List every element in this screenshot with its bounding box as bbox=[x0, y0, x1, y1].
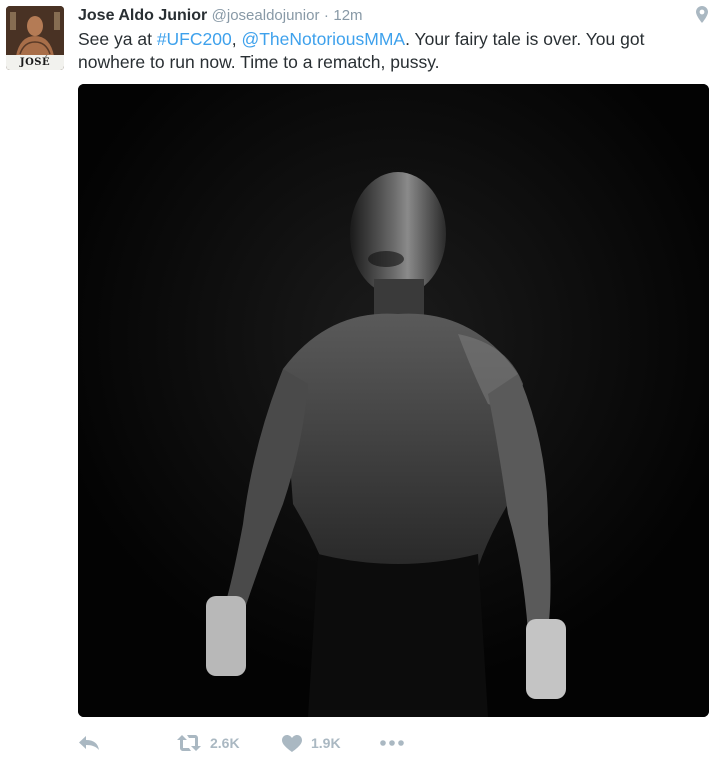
mention-link[interactable]: @TheNotoriousMMA bbox=[241, 29, 405, 49]
retweet-icon bbox=[177, 735, 201, 751]
like-button[interactable]: 1.9K bbox=[282, 728, 341, 758]
tweet-photo[interactable] bbox=[78, 84, 709, 717]
tweet-actions: 2.6K 1.9K bbox=[78, 728, 478, 758]
author-handle[interactable]: @josealdojunior bbox=[212, 7, 320, 24]
avatar-caption: JOSÉ ALDO bbox=[6, 55, 64, 70]
heart-icon bbox=[282, 734, 302, 752]
like-count: 1.9K bbox=[311, 735, 341, 751]
author-name[interactable]: Jose Aldo Junior bbox=[78, 7, 207, 24]
retweet-count: 2.6K bbox=[210, 735, 240, 751]
reply-icon bbox=[79, 736, 99, 750]
reply-button[interactable] bbox=[78, 728, 100, 758]
fighter-photo bbox=[78, 84, 709, 717]
timestamp[interactable]: 12m bbox=[333, 7, 362, 24]
text-comma: , bbox=[231, 29, 242, 49]
avatar[interactable]: JOSÉ ALDO bbox=[6, 6, 64, 70]
hashtag-link[interactable]: #UFC200 bbox=[157, 29, 232, 49]
text-prefix: See ya at bbox=[78, 29, 157, 49]
tweet-text: See ya at #UFC200, @TheNotoriousMMA. You… bbox=[78, 28, 698, 74]
separator-dot: · bbox=[323, 7, 329, 24]
tweet: JOSÉ ALDO Jose Aldo Junior @josealdojuni… bbox=[0, 0, 714, 765]
more-icon bbox=[380, 740, 404, 746]
retweet-button[interactable]: 2.6K bbox=[177, 728, 240, 758]
location-pin-icon[interactable] bbox=[696, 6, 708, 24]
more-button[interactable] bbox=[380, 728, 404, 758]
tweet-header: Jose Aldo Junior @josealdojunior · 12m bbox=[78, 5, 363, 27]
